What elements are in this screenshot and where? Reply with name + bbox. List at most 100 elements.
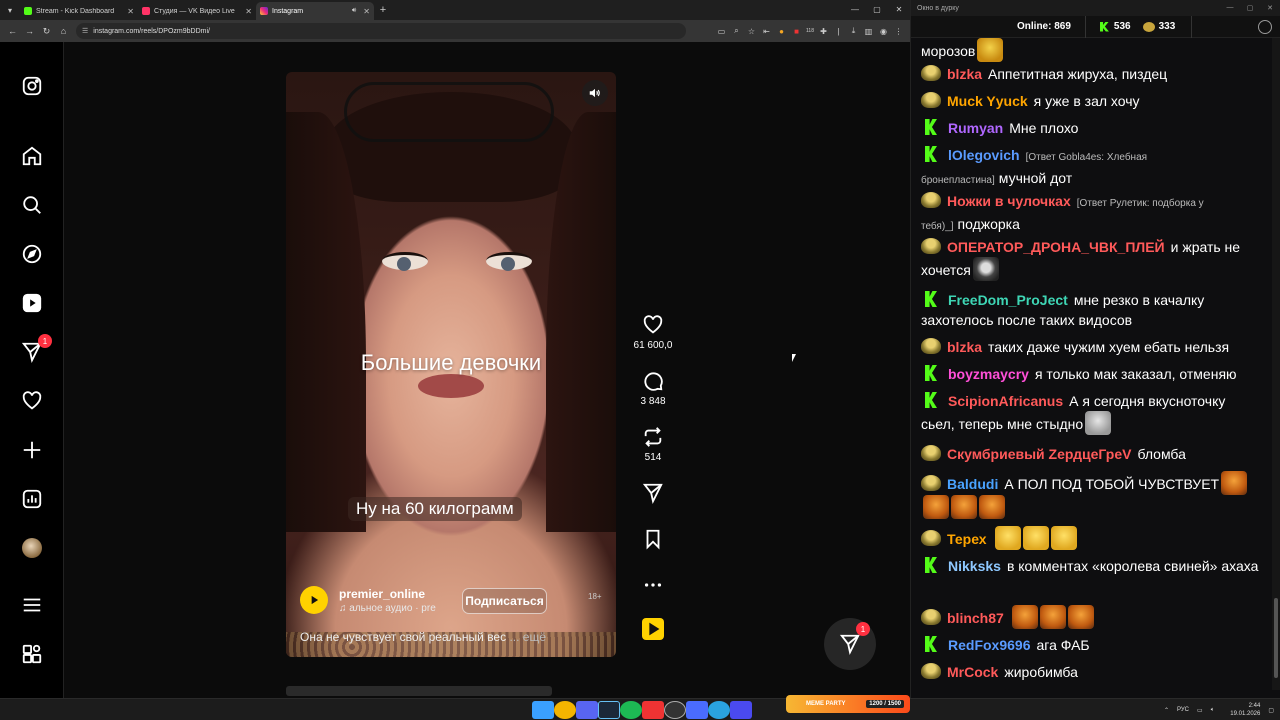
chat-username[interactable]: MrCock	[947, 664, 998, 680]
reels-icon[interactable]	[20, 291, 44, 315]
sidepanel-icon[interactable]: ▥	[861, 27, 876, 36]
site-info-icon[interactable]: ☰	[82, 27, 88, 35]
messages-nav-icon[interactable]: 1	[20, 334, 52, 364]
owner-username[interactable]: premier_online	[339, 587, 436, 601]
comment-button[interactable]: 3 848	[628, 370, 678, 407]
chat-username[interactable]: Скумбриевый ZердцеГреV	[947, 446, 1131, 462]
discord-icon[interactable]	[576, 701, 598, 719]
chat-username[interactable]: ОПЕРАТОР_ДРОНА_ЧВК_ПЛЕЙ	[947, 239, 1165, 255]
bookmark-star-icon[interactable]: ☆	[744, 27, 759, 36]
obs-icon[interactable]	[664, 701, 686, 719]
share-button[interactable]	[628, 482, 678, 504]
chat-username[interactable]: Ножки в чулочках	[947, 193, 1071, 209]
tab-vk-studio[interactable]: Студия — VK Видео Live ✕	[138, 2, 256, 20]
cast-icon[interactable]: ▭	[714, 27, 729, 36]
reel-video[interactable]: Большие девочки Ну на 60 килограмм premi…	[286, 72, 616, 657]
more-options-button[interactable]	[628, 574, 678, 596]
create-plus-icon[interactable]	[20, 438, 44, 462]
volume-icon[interactable]: 🔈︎	[1211, 707, 1215, 714]
chat-username[interactable]: Rumyan	[948, 120, 1003, 136]
download-icon[interactable]: ⤓	[846, 26, 861, 36]
tab-search-icon[interactable]: ▾	[0, 0, 20, 20]
audio-page-button[interactable]	[628, 618, 678, 640]
chat-username[interactable]: lOlegovich	[948, 147, 1020, 163]
chat-username[interactable]: blinch87	[947, 610, 1004, 626]
owner-avatar[interactable]	[300, 586, 328, 614]
instagram-logo-icon[interactable]	[20, 74, 44, 98]
chat-username[interactable]: boyzmaycry	[948, 366, 1029, 382]
reel-caption[interactable]: Она не чувствует свой реальный вес ... е…	[300, 630, 546, 644]
reload-icon[interactable]: ↻	[38, 26, 55, 37]
tray-chevron-icon[interactable]: ⌃	[1164, 707, 1169, 714]
chrome-icon[interactable]	[554, 701, 576, 719]
sound-toggle-icon[interactable]	[582, 80, 608, 106]
caption-more-link[interactable]: ... ещё	[509, 630, 546, 644]
more-menu-icon[interactable]	[20, 593, 44, 617]
heart-nav-icon[interactable]	[20, 389, 44, 413]
app-red-icon[interactable]	[642, 701, 664, 719]
telegram-icon[interactable]	[708, 701, 730, 719]
network-icon[interactable]: ▭	[1197, 707, 1203, 714]
tab-audio-icon[interactable]: 🔊︎	[352, 7, 356, 15]
home-icon[interactable]: ⌂	[55, 26, 72, 36]
tab-close-icon[interactable]: ✕	[363, 7, 370, 16]
zoom-icon[interactable]: ⌕	[729, 26, 744, 36]
new-tab-button[interactable]: +	[374, 4, 392, 16]
chat-username[interactable]: blzka	[947, 66, 982, 82]
extension-share-icon[interactable]: ⇤	[759, 27, 774, 36]
messages-button[interactable]: 1	[824, 618, 876, 670]
back-icon[interactable]: ←	[4, 26, 21, 36]
close-icon[interactable]: ✕	[1260, 4, 1280, 12]
home-nav-icon[interactable]	[20, 144, 44, 168]
steam-icon[interactable]	[598, 701, 620, 719]
apps-grid-icon[interactable]	[20, 642, 44, 666]
meme-party-widget[interactable]: MEME PARTY 1200 / 1500	[786, 695, 910, 713]
dashboard-chart-icon[interactable]	[20, 487, 44, 511]
like-button[interactable]: 61 600,0	[628, 314, 678, 351]
repost-button[interactable]: 514	[628, 426, 678, 463]
settings-icon[interactable]	[1258, 19, 1272, 34]
windows-start-icon[interactable]	[532, 701, 554, 719]
extension-badge-icon[interactable]: ■	[789, 27, 804, 36]
maximize-icon[interactable]: ▢	[1240, 4, 1260, 12]
chat-scrollbar[interactable]	[1272, 38, 1280, 690]
profile-avatar-icon[interactable]	[20, 536, 44, 560]
chat-username[interactable]: Muck Yyuck	[947, 93, 1028, 109]
chat-username[interactable]: Nikksks	[948, 558, 1001, 574]
forward-icon[interactable]: →	[21, 26, 38, 36]
audio-label[interactable]: ♫ альное аудио · pre	[339, 603, 436, 614]
extensions-puzzle-icon[interactable]: ✚	[816, 27, 831, 36]
chat-username[interactable]: FreeDom_ProJect	[948, 292, 1068, 308]
profile-icon[interactable]: ◉	[876, 27, 891, 36]
close-icon[interactable]: ✕	[888, 0, 910, 20]
tab-close-icon[interactable]: ✕	[245, 7, 252, 16]
next-reel-preview[interactable]	[286, 686, 552, 696]
save-button[interactable]	[628, 528, 678, 550]
chat-username[interactable]: Baldudi	[947, 476, 998, 492]
spotify-icon[interactable]	[620, 701, 642, 719]
emote-tiger-icon	[951, 495, 977, 519]
explore-compass-icon[interactable]	[20, 242, 44, 266]
chat-username[interactable]: ScipionAfricanus	[948, 393, 1063, 409]
menu-dots-icon[interactable]: ⋮	[891, 27, 906, 36]
app-video-icon[interactable]	[730, 701, 752, 719]
emote-laugh-icon	[1022, 526, 1049, 550]
tab-instagram[interactable]: Instagram 🔊︎ ✕	[256, 2, 374, 20]
follow-button[interactable]: Подписаться	[462, 588, 547, 614]
online-label: Online:	[1017, 21, 1052, 32]
chat-username[interactable]: blzka	[947, 339, 982, 355]
search-icon[interactable]	[20, 193, 44, 217]
language-indicator[interactable]: РУС	[1177, 707, 1189, 713]
url-field[interactable]: ☰ instagram.com/reels/DPOzm9bDDmi/	[76, 23, 686, 39]
tab-kick-dashboard[interactable]: Stream - Kick Dashboard ✕	[20, 2, 138, 20]
extension-icon[interactable]: ●	[774, 27, 789, 36]
notifications-icon[interactable]: ▢	[1268, 707, 1274, 714]
chat-username[interactable]: Терех	[947, 531, 987, 547]
maximize-icon[interactable]: ▢	[866, 0, 888, 20]
clock[interactable]: 2:44 19.01.2026	[1222, 702, 1260, 718]
minimize-icon[interactable]: —	[1220, 4, 1240, 12]
app-blue-icon[interactable]	[686, 701, 708, 719]
minimize-icon[interactable]: —	[844, 0, 866, 20]
chat-username[interactable]: RedFox9696	[948, 637, 1030, 653]
tab-close-icon[interactable]: ✕	[127, 7, 134, 16]
